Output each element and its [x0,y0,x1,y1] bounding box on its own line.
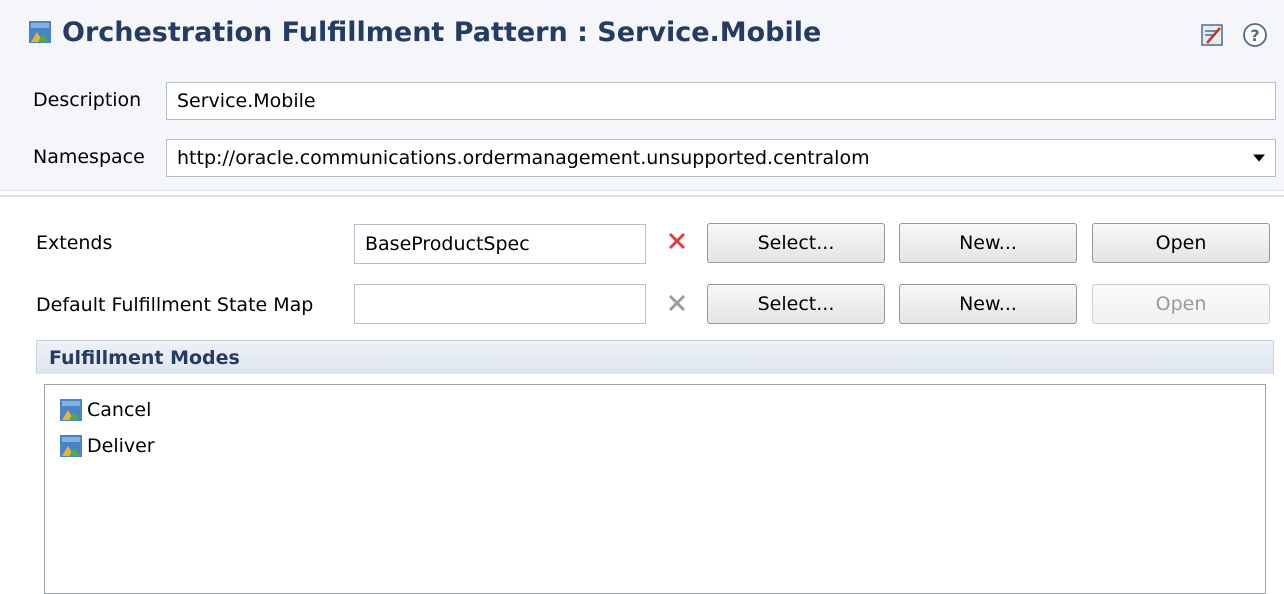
help-icon[interactable]: ? [1242,22,1268,48]
title-row: Orchestration Fulfillment Pattern : Serv… [28,12,821,52]
info-edit-icon[interactable] [1199,22,1225,48]
namespace-combo[interactable]: http://oracle.communications.ordermanage… [166,139,1276,177]
state-map-new-button[interactable]: New... [899,284,1077,324]
extends-value: BaseProductSpec [365,233,530,255]
fulfillment-modes-list[interactable]: Cancel Deliver [44,384,1266,594]
extends-new-button[interactable]: New... [899,223,1077,263]
description-label: Description [33,89,142,111]
extends-field[interactable]: BaseProductSpec [354,224,646,264]
state-map-open-button: Open [1092,284,1270,324]
description-value: Service.Mobile [177,90,316,112]
orchestration-pattern-icon [29,21,51,43]
state-map-select-button[interactable]: Select... [707,284,885,324]
list-item-label: Deliver [87,435,155,457]
clear-extends-icon[interactable] [666,230,688,252]
separator [0,195,1284,197]
fulfillment-mode-icon [60,435,82,457]
fulfillment-mode-icon [60,399,82,421]
fulfillment-modes-header[interactable]: Fulfillment Modes [36,340,1274,374]
extends-select-button[interactable]: Select... [707,223,885,263]
state-map-label: Default Fulfillment State Map [36,294,314,316]
clear-state-map-icon [669,295,685,311]
list-item-label: Cancel [87,399,152,421]
editor-header: Orchestration Fulfillment Pattern : Serv… [0,0,1284,191]
svg-text:?: ? [1250,26,1259,45]
namespace-label: Namespace [33,146,145,168]
description-field[interactable]: Service.Mobile [166,82,1276,120]
extends-open-button[interactable]: Open [1092,223,1270,263]
fulfillment-modes-title: Fulfillment Modes [49,346,240,369]
chevron-down-icon[interactable] [1253,154,1265,162]
page-title: Orchestration Fulfillment Pattern : Serv… [62,16,822,48]
extends-label: Extends [36,232,113,254]
list-item[interactable]: Deliver [59,431,155,461]
list-item[interactable]: Cancel [59,395,151,425]
state-map-field[interactable] [354,284,646,324]
namespace-value: http://oracle.communications.ordermanage… [177,147,870,169]
